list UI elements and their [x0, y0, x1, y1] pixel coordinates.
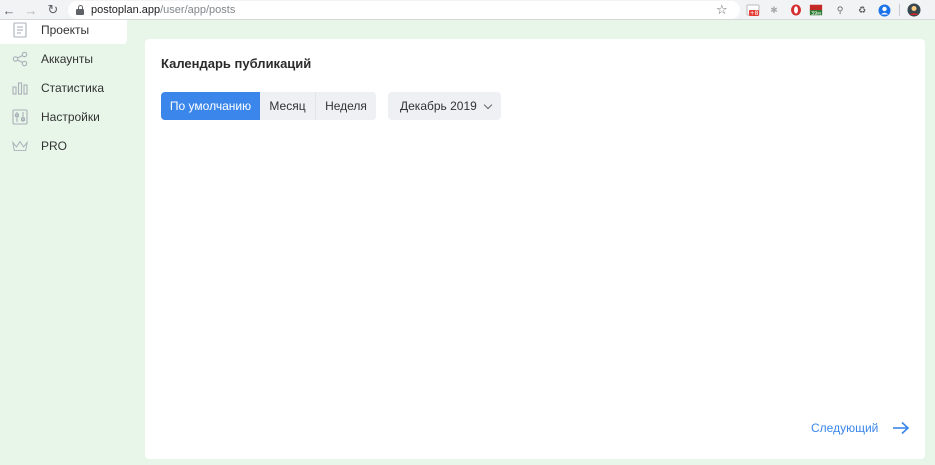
browser-toolbar: ← → ↻ postoplan.app/user/app/posts ☆ +8 …: [0, 0, 935, 20]
back-icon[interactable]: ←: [0, 1, 18, 19]
crown-icon: [12, 138, 28, 154]
sidebar-item-settings[interactable]: Настройки: [0, 105, 127, 129]
sidebar-item-label: PRO: [41, 139, 68, 153]
calendar-card: Календарь публикаций По умолчанию Месяц …: [145, 39, 925, 459]
sidebar-item-label: Проекты: [41, 23, 90, 37]
view-tabs: По умолчанию Месяц Неделя: [161, 92, 376, 120]
sidebar-item-statistics[interactable]: Статистика: [0, 76, 127, 100]
tab-default[interactable]: По умолчанию: [161, 92, 260, 120]
forward-icon[interactable]: →: [22, 1, 40, 19]
sidebar-item-label: Статистика: [41, 81, 105, 95]
next-label: Следующий: [811, 421, 879, 435]
sidebar-item-projects[interactable]: Проекты: [0, 18, 127, 42]
sidebar-item-label: Настройки: [41, 110, 100, 124]
extension-pin-icon[interactable]: ⚲: [833, 3, 847, 17]
month-select-value: Декабрь 2019: [400, 99, 477, 113]
extension-gear-icon[interactable]: ✱: [767, 3, 781, 17]
reload-icon[interactable]: ↻: [44, 1, 62, 19]
sliders-icon: [12, 109, 28, 125]
tab-week[interactable]: Неделя: [316, 92, 376, 120]
extension-recycle-icon[interactable]: ♻: [855, 3, 869, 17]
lock-icon: [76, 5, 84, 15]
arrow-right-icon: [893, 421, 910, 435]
extension-mail-icon[interactable]: +8: [746, 3, 760, 17]
sidebar-item-label: Аккаунты: [41, 52, 94, 66]
profile-avatar-icon[interactable]: [907, 3, 921, 17]
bar-chart-icon: [12, 80, 28, 96]
next-button[interactable]: Следующий: [811, 421, 910, 435]
month-select[interactable]: Декабрь 2019: [388, 92, 501, 120]
document-icon: [12, 22, 28, 38]
bookmark-star-icon[interactable]: ☆: [716, 2, 728, 18]
address-bar[interactable]: postoplan.app/user/app/posts: [68, 1, 740, 19]
extension-weather-icon[interactable]: 39м: [809, 3, 823, 17]
extension-opera-icon[interactable]: [789, 3, 803, 17]
tab-month[interactable]: Месяц: [260, 92, 316, 120]
sidebar-item-pro[interactable]: PRO: [0, 134, 127, 158]
extension-account-icon[interactable]: [877, 3, 891, 17]
url-path: /user/app/posts: [160, 4, 236, 16]
extension-weather-badge: 39м: [811, 11, 821, 17]
sidebar-item-accounts[interactable]: Аккаунты: [0, 47, 127, 71]
chevron-down-icon: [483, 100, 493, 109]
share-icon: [12, 51, 28, 67]
extension-badge-count: +8: [750, 10, 759, 17]
url-host: postoplan.app: [91, 4, 161, 16]
toolbar-divider: [899, 4, 900, 16]
page-title: Календарь публикаций: [161, 56, 312, 71]
